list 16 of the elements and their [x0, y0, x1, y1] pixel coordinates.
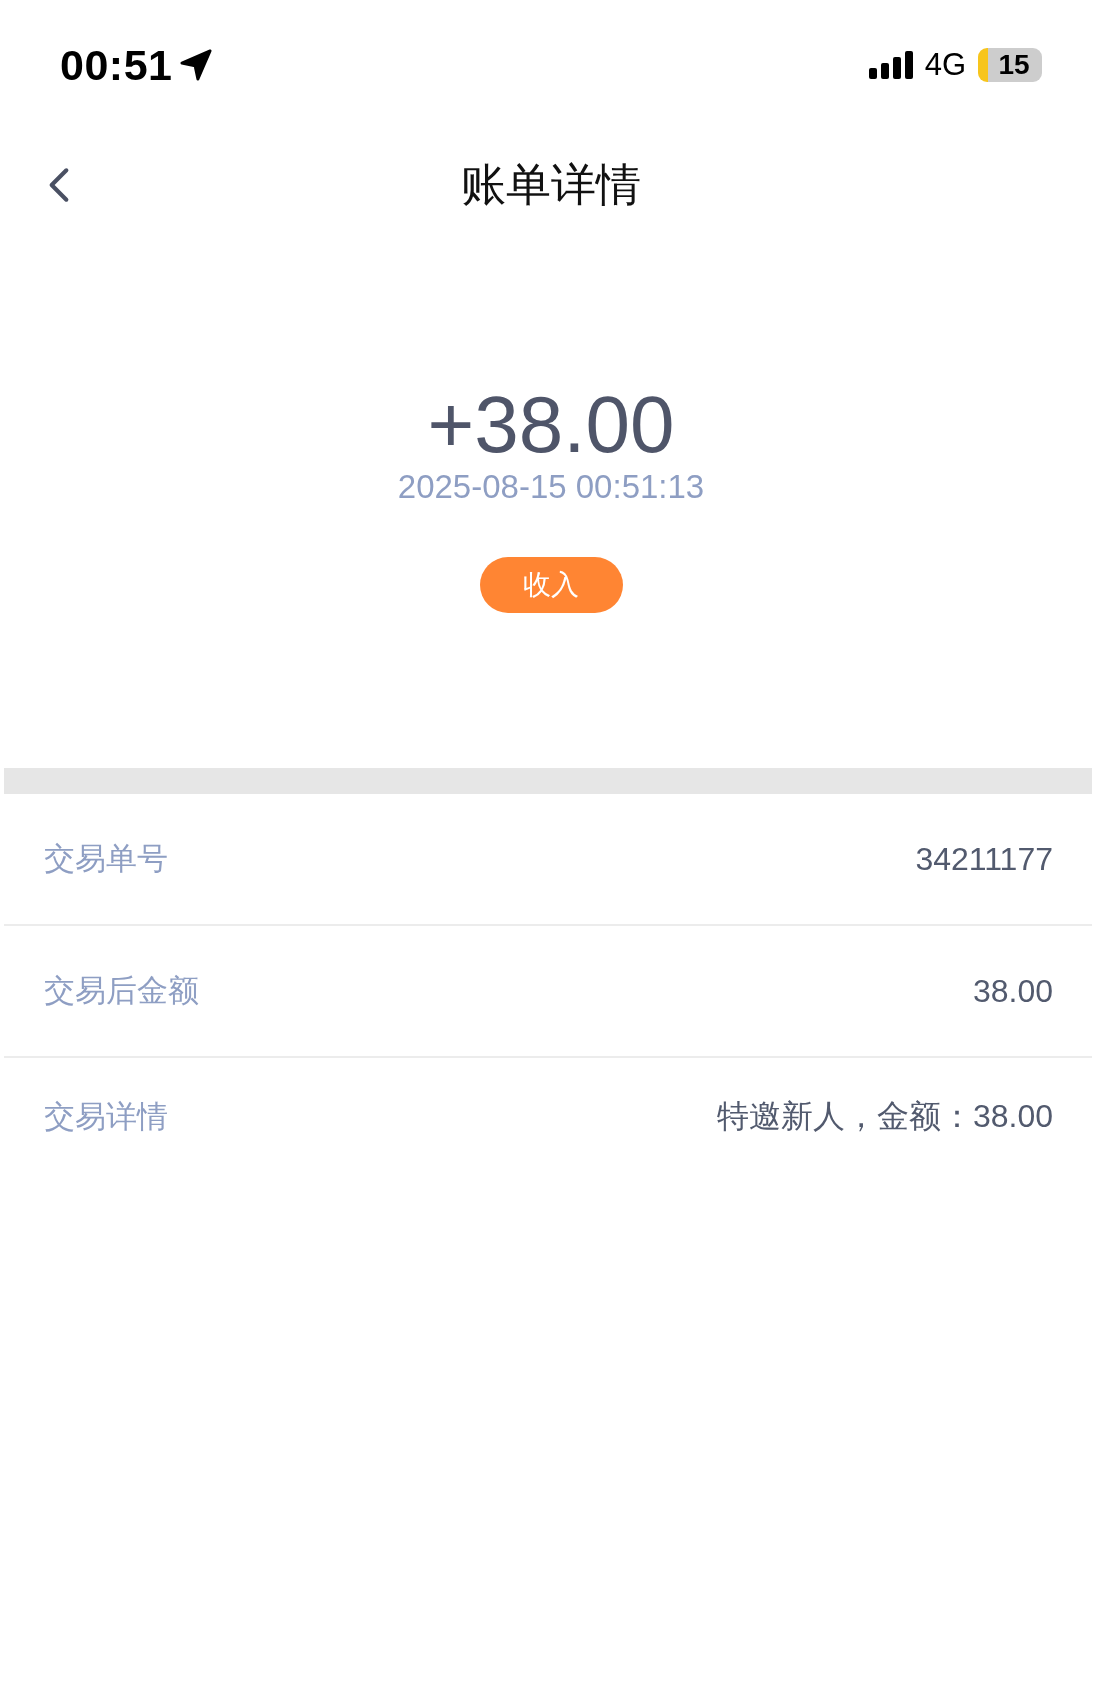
battery-percentage: 15 — [998, 50, 1030, 80]
detail-value: 34211177 — [915, 840, 1053, 878]
amount-text: +38.00 — [427, 385, 675, 465]
detail-label: 交易后金额 — [44, 972, 199, 1010]
location-arrow-icon — [180, 49, 213, 81]
page-title: 账单详情 — [461, 158, 641, 212]
detail-value: 38.00 — [972, 972, 1053, 1010]
income-tag: 收入 — [479, 557, 623, 613]
detail-label: 交易详情 — [44, 1098, 168, 1136]
back-chevron-icon — [48, 167, 70, 203]
status-time: 00:51 — [60, 40, 173, 90]
detail-value: 特邀新人，金额：38.00 — [716, 1097, 1053, 1136]
signal-icon — [868, 51, 913, 79]
detail-label: 交易单号 — [44, 840, 168, 878]
network-type: 4G — [924, 47, 966, 83]
transaction-datetime: 2025-08-15 00:51:13 — [397, 469, 705, 505]
